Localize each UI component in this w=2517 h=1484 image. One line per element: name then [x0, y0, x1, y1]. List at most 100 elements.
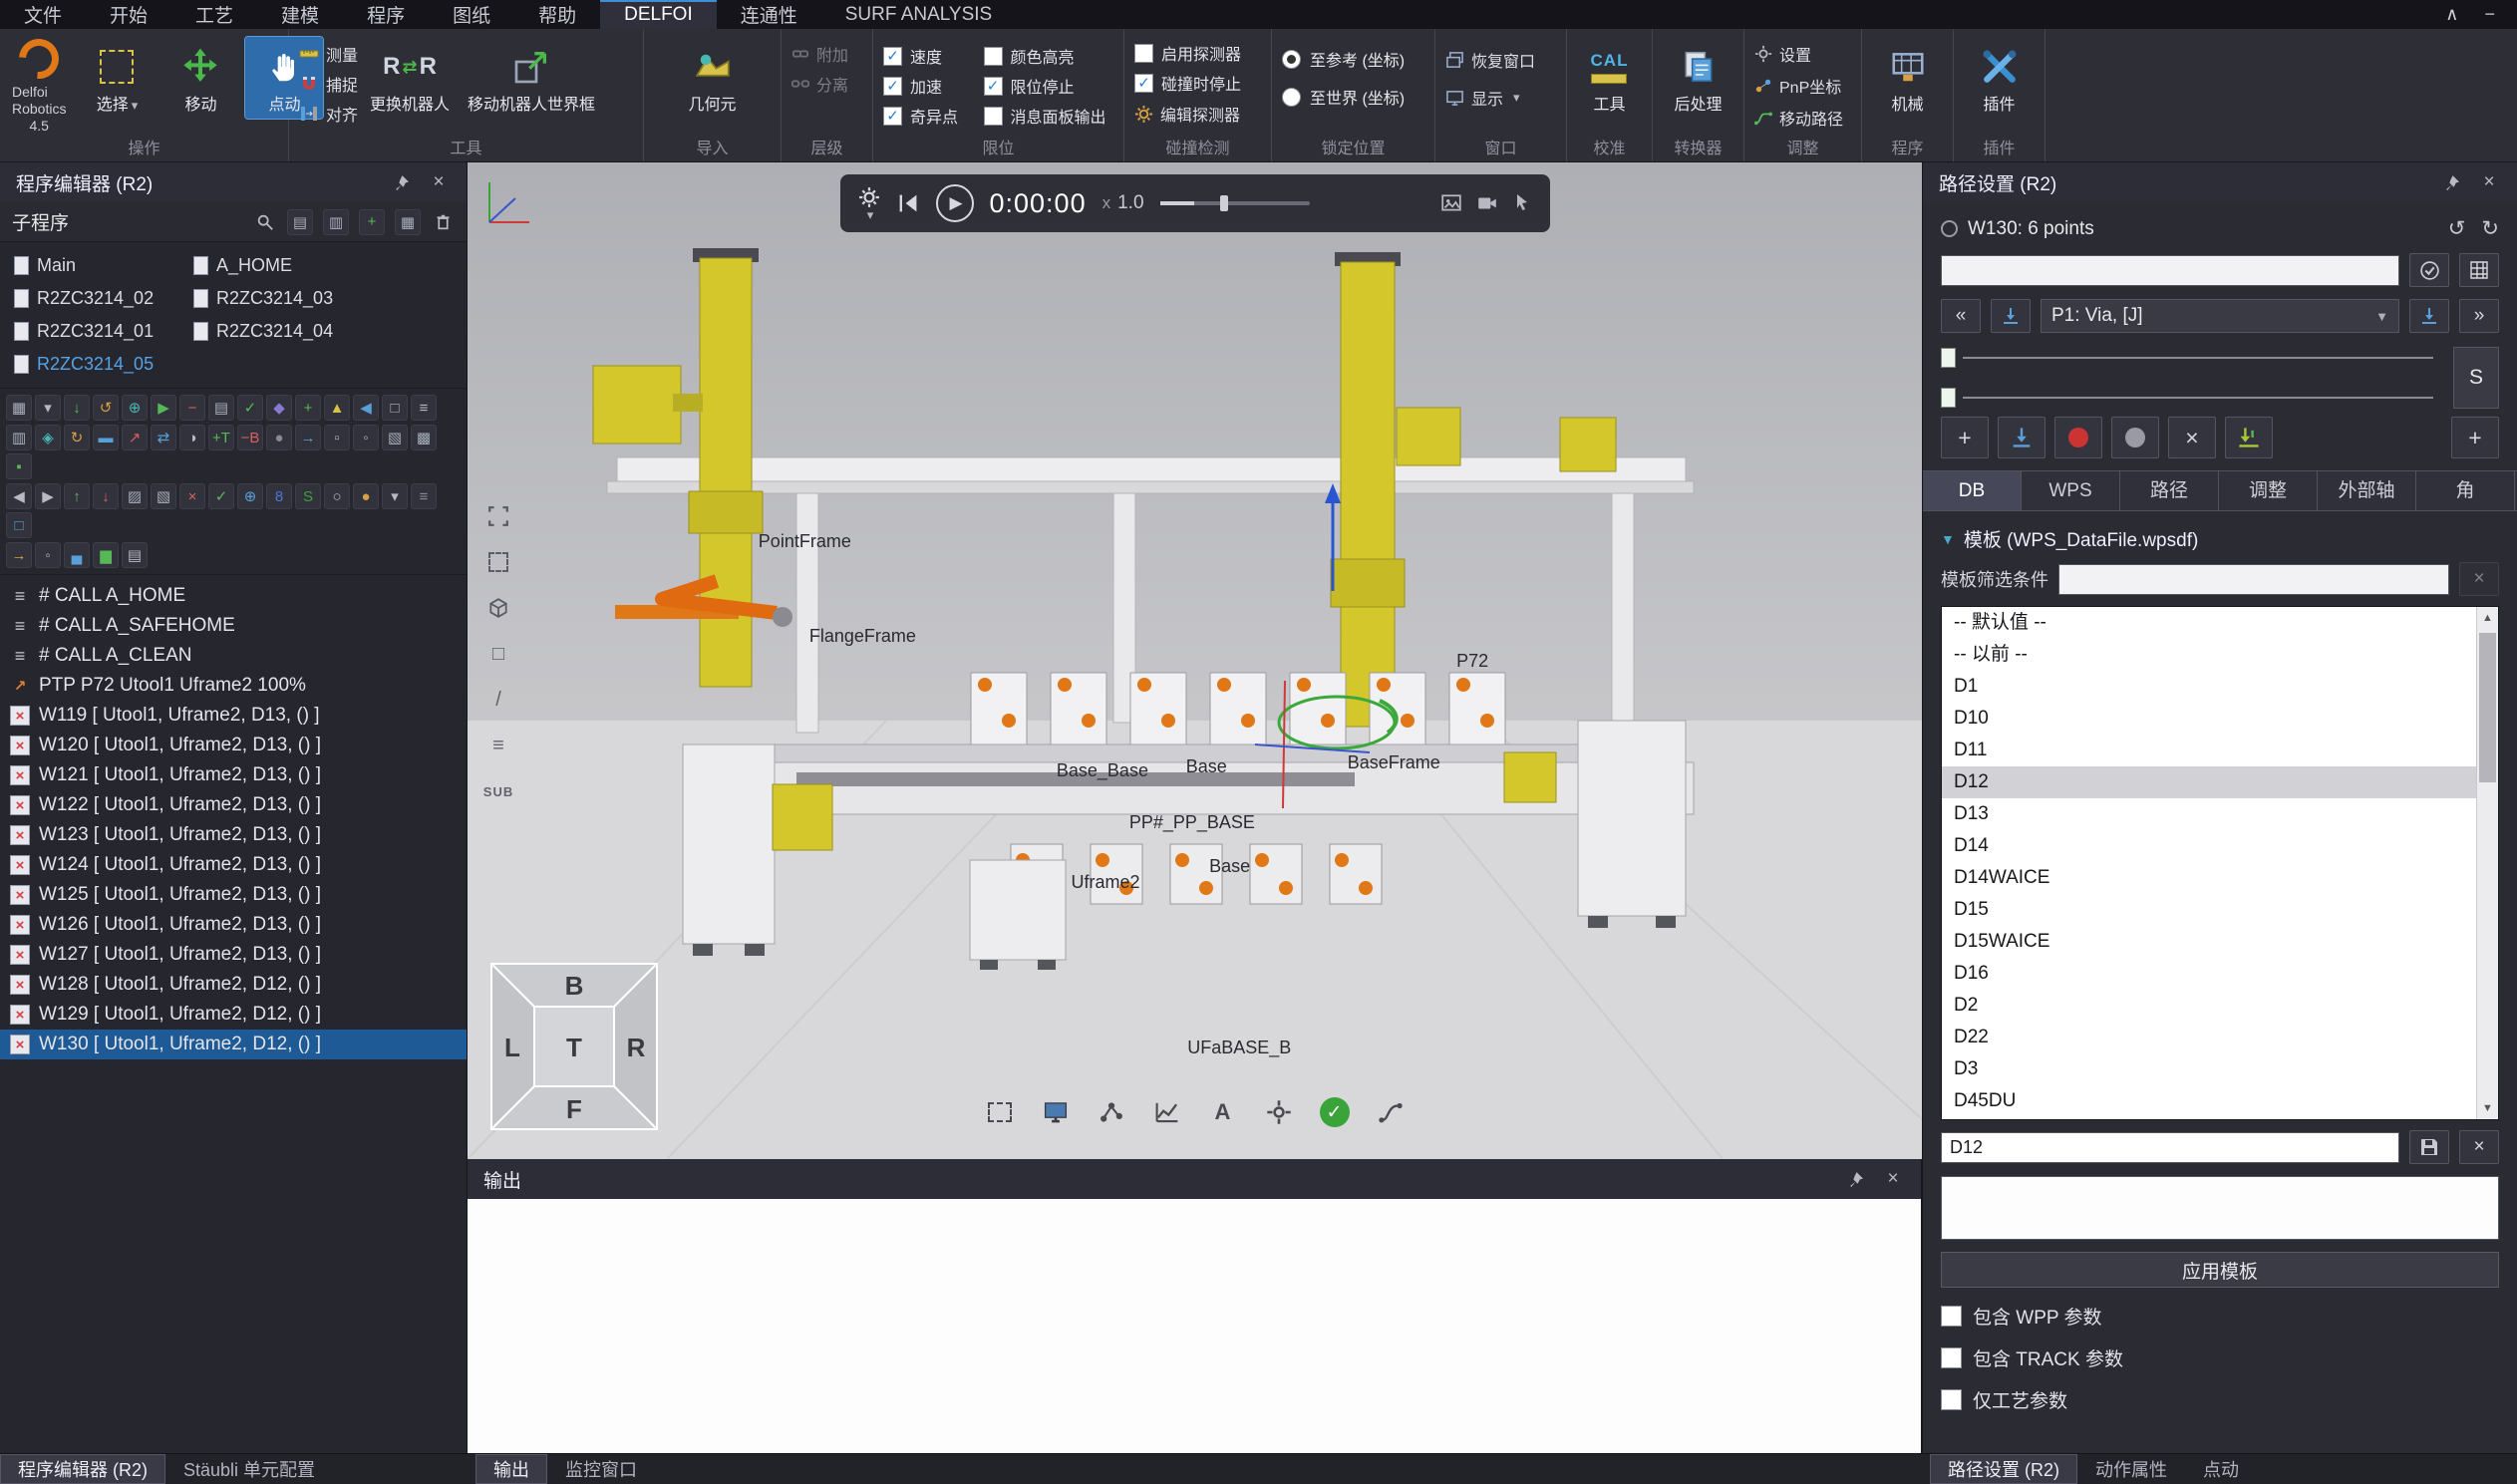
toolbar-icon[interactable]: ✓: [237, 395, 263, 421]
template-list-item[interactable]: -- 以前 --: [1942, 639, 2498, 671]
transform-icon[interactable]: [1262, 1095, 1296, 1129]
toolbar-icon[interactable]: ▫: [324, 425, 350, 450]
tab[interactable]: 调整: [2219, 471, 2318, 510]
new-program-icon[interactable]: ▥: [323, 209, 349, 235]
toolbar-icon[interactable]: ↓: [93, 483, 119, 509]
toolbar-icon[interactable]: ◦: [35, 542, 61, 568]
template-list-item[interactable]: D15WAICE: [1942, 926, 2498, 958]
search-icon[interactable]: [253, 210, 277, 234]
scroll-down-icon[interactable]: ▼: [2477, 1097, 2498, 1119]
detach-button[interactable]: 分离: [791, 71, 848, 97]
save-template-button[interactable]: [2409, 1130, 2449, 1164]
slider-handle[interactable]: [1941, 388, 1956, 408]
statement-row[interactable]: W128 [ Utool1, Uframe2, D12, () ]: [0, 970, 467, 1000]
redo-icon[interactable]: ↻: [2481, 216, 2499, 241]
add-program-icon[interactable]: +: [359, 209, 385, 235]
collapse-ribbon-icon[interactable]: ∧: [2445, 4, 2458, 25]
template-name-input[interactable]: [1941, 1132, 2399, 1163]
move-tool-button[interactable]: 移动: [161, 37, 239, 119]
menu-item[interactable]: 工艺: [171, 0, 257, 29]
add-point-button[interactable]: +: [1941, 417, 1989, 458]
toolbar-icon[interactable]: ▬: [93, 425, 119, 450]
toolbar-icon[interactable]: ○: [324, 483, 350, 509]
statement-row[interactable]: # CALL A_CLEAN: [0, 641, 467, 671]
toolbar-icon[interactable]: ▾: [35, 395, 61, 421]
template-section-header[interactable]: ▼ 模板 (WPS_DataFile.wpsdf): [1941, 525, 2499, 552]
toolbar-icon[interactable]: ▥: [6, 425, 32, 450]
toolbar-icon[interactable]: ▦: [6, 395, 32, 421]
validation-ok-icon[interactable]: ✓: [1318, 1095, 1352, 1129]
select-tool-button[interactable]: 选择▾: [78, 37, 156, 119]
measure-button[interactable]: 测量: [299, 41, 358, 67]
skip-start-button[interactable]: [896, 191, 920, 215]
template-filter-input[interactable]: [2058, 564, 2449, 595]
template-list-item[interactable]: D11: [1942, 735, 2498, 766]
menu-item[interactable]: SURF ANALYSIS: [821, 0, 1016, 29]
limit-checkbox[interactable]: 限位停止: [984, 71, 1114, 101]
next-point-button[interactable]: »: [2459, 299, 2499, 333]
menu-item[interactable]: 程序: [343, 0, 429, 29]
tab[interactable]: 角: [2416, 471, 2515, 510]
export-image-icon[interactable]: [1440, 192, 1462, 214]
subprogram-item[interactable]: Main: [14, 250, 193, 281]
slider-handle[interactable]: [1941, 348, 1956, 368]
toolbar-icon[interactable]: ▶: [35, 483, 61, 509]
delete-template-button[interactable]: ×: [2459, 1130, 2499, 1164]
statement-row[interactable]: W126 [ Utool1, Uframe2, D13, () ]: [0, 910, 467, 940]
template-list-item[interactable]: D13: [1942, 798, 2498, 830]
clear-filter-button[interactable]: ×: [2459, 562, 2499, 596]
delete-point-button[interactable]: ×: [2168, 417, 2216, 458]
toolbar-icon[interactable]: ▪: [6, 453, 32, 479]
status-tab[interactable]: 监控窗口: [547, 1454, 655, 1484]
teach-point-button[interactable]: [2225, 417, 2273, 458]
fit-view-icon[interactable]: [483, 501, 513, 531]
menu-item[interactable]: 图纸: [429, 0, 514, 29]
list-scrollbar[interactable]: ▲ ▼: [2476, 607, 2498, 1119]
machine-program-button[interactable]: 机械: [1876, 37, 1940, 119]
toolbar-icon[interactable]: ▾: [382, 483, 408, 509]
collision-checkbox[interactable]: 碰撞时停止: [1134, 71, 1261, 95]
menu-item[interactable]: 帮助: [514, 0, 600, 29]
toolbar-icon[interactable]: ◦: [353, 425, 379, 450]
template-list-item[interactable]: D12: [1942, 766, 2498, 798]
toolbar-icon[interactable]: ⇄: [151, 425, 176, 450]
statement-row[interactable]: # CALL A_SAFEHOME: [0, 611, 467, 641]
statement-row[interactable]: W120 [ Utool1, Uframe2, D13, () ]: [0, 731, 467, 760]
chart-icon[interactable]: [1150, 1095, 1184, 1129]
template-list-item[interactable]: D15: [1942, 894, 2498, 926]
copy-program-icon[interactable]: ▦: [395, 209, 421, 235]
statement-row[interactable]: W129 [ Utool1, Uframe2, D12, () ]: [0, 1000, 467, 1030]
toolbar-icon[interactable]: ◆: [266, 395, 292, 421]
toolbar-icon[interactable]: ●: [266, 425, 292, 450]
position-slider[interactable]: [1941, 347, 2441, 369]
text-annotation-icon[interactable]: A: [1206, 1095, 1240, 1129]
template-option-checkbox[interactable]: 仅工艺参数: [1941, 1386, 2499, 1413]
statement-row[interactable]: W124 [ Utool1, Uframe2, D13, () ]: [0, 850, 467, 880]
template-list-item[interactable]: D5: [1942, 1117, 2498, 1120]
menu-item[interactable]: 连通性: [717, 0, 821, 29]
statement-row[interactable]: W123 [ Utool1, Uframe2, D13, () ]: [0, 820, 467, 850]
template-list-item[interactable]: D45DU: [1942, 1085, 2498, 1117]
menu-item[interactable]: 文件: [0, 0, 86, 29]
node-graph-icon[interactable]: [1095, 1095, 1128, 1129]
toolbar-icon[interactable]: □: [6, 512, 32, 538]
jog-to-prev-button[interactable]: [1991, 299, 2031, 333]
template-list-item[interactable]: D2: [1942, 990, 2498, 1022]
pointer-mode-icon[interactable]: [1512, 192, 1532, 214]
point-name-input[interactable]: [1941, 255, 2399, 286]
record-video-icon[interactable]: [1476, 192, 1498, 214]
scrollbar-thumb[interactable]: [2479, 633, 2496, 782]
toolbar-icon[interactable]: ↻: [64, 425, 90, 450]
statement-row[interactable]: W119 [ Utool1, Uframe2, D13, () ]: [0, 701, 467, 731]
statement-row[interactable]: W122 [ Utool1, Uframe2, D13, () ]: [0, 790, 467, 820]
subprogram-item[interactable]: R2ZC3214_03: [193, 283, 463, 314]
toolbar-icon[interactable]: ◑: [179, 425, 205, 450]
toolbar-icon[interactable]: ▲: [324, 395, 350, 421]
scroll-up-icon[interactable]: ▲: [2477, 607, 2498, 629]
apply-template-button[interactable]: 应用模板: [1941, 1252, 2499, 1288]
s-mode-button[interactable]: S: [2453, 347, 2499, 409]
toolbar-icon[interactable]: →: [295, 425, 321, 450]
toolbar-icon[interactable]: +T: [208, 425, 234, 450]
move-path-button[interactable]: 移动路径: [1754, 105, 1851, 131]
toolbar-icon[interactable]: −B: [237, 425, 263, 450]
